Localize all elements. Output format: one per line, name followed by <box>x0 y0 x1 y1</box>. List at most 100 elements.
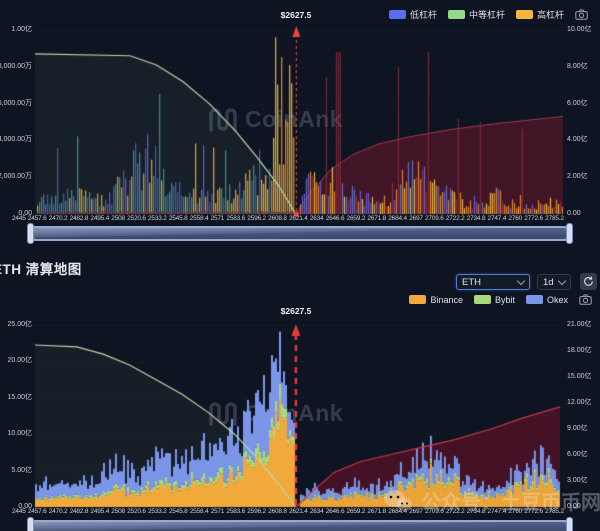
x-axis-tick: 2785.2 <box>545 215 564 222</box>
scrollbar-track[interactable] <box>34 522 566 531</box>
legend-item[interactable]: Bybit <box>474 295 515 305</box>
x-axis-tick: 2520.6 <box>127 508 146 515</box>
x-axis-tick: 2621.4 <box>289 508 308 515</box>
refresh-icon <box>583 276 594 287</box>
wechat-icon <box>383 489 413 513</box>
legend-label: 高杠杆 <box>537 8 564 21</box>
x-axis-tick: 2482.8 <box>70 215 89 222</box>
scrollbar-left-handle[interactable] <box>27 223 34 244</box>
x-axis-tick: 2571 <box>211 508 225 515</box>
x-axis-tick: 2747.4 <box>488 215 507 222</box>
camera-icon[interactable] <box>579 294 592 305</box>
legend-item[interactable]: 低杠杆 <box>389 8 437 21</box>
scrollbar-left-handle[interactable] <box>27 517 34 531</box>
x-axis-tick: 2508 <box>111 215 125 222</box>
scrollbar-right-handle[interactable] <box>566 223 573 244</box>
x-axis-tick: 2671.8 <box>367 215 386 222</box>
bottom-chart-y-right-label: 18.00亿 <box>567 347 592 355</box>
price-marker-label: $2627.5 <box>281 10 312 20</box>
bottom-chart-y-right-label: 21.00亿 <box>567 321 592 329</box>
x-axis-tick: 2608.8 <box>268 215 287 222</box>
x-axis-tick: 2634 <box>310 508 324 515</box>
liquidation-map-page: CoinAnk CoinAnk 低杠杆中等杠杆高杠杆 $2627.5 24452… <box>0 0 600 531</box>
bottom-chart-zoom-scrollbar[interactable] <box>28 520 572 531</box>
top-chart-y-left-label: 4,000.00万 <box>0 136 32 144</box>
top-chart-y-right-label: 2.00亿 <box>567 173 588 181</box>
legend-label: 中等杠杆 <box>469 8 505 21</box>
x-axis-tick: 2734.8 <box>467 215 486 222</box>
x-axis-tick: 2659.2 <box>347 215 366 222</box>
top-chart-zoom-scrollbar[interactable] <box>28 226 572 241</box>
bottom-chart-y-left-label: 0.00 <box>18 503 32 511</box>
x-axis-tick: 2596.2 <box>247 508 266 515</box>
chevron-down-icon <box>517 277 525 285</box>
x-axis-tick: 2482.8 <box>70 508 89 515</box>
x-axis-tick: 2772.6 <box>524 215 543 222</box>
exchange-legend: Binance Bybit Okex <box>409 294 592 305</box>
bottom-chart-y-right-label: 15.00亿 <box>567 373 592 381</box>
x-axis-tick: 2760 <box>508 215 522 222</box>
top-chart-y-right-label: 8.00亿 <box>567 63 588 71</box>
bottom-chart-y-left-label: 5.00亿 <box>11 467 32 475</box>
legend-item[interactable]: Okex <box>526 295 568 305</box>
camera-icon[interactable] <box>575 9 588 20</box>
x-axis-tick: 2697 <box>409 215 423 222</box>
legend-swatch <box>389 10 406 19</box>
x-axis-tick: 2571 <box>211 215 225 222</box>
interval-select[interactable]: 1d <box>537 274 571 290</box>
top-chart-y-left-label: 2,000.00万 <box>0 173 32 181</box>
legend-swatch <box>474 295 491 304</box>
x-axis-tick: 2684.4 <box>388 215 407 222</box>
top-chart-y-right-label: 6.00亿 <box>567 100 588 108</box>
leverage-liquidation-chart-canvas[interactable] <box>0 0 600 250</box>
bottom-chart-y-left-label: 25.00亿 <box>7 321 32 329</box>
x-axis-tick: 2659.2 <box>347 508 366 515</box>
legend-item[interactable]: 中等杠杆 <box>448 8 505 21</box>
bottom-chart-y-left-label: 10.00亿 <box>7 430 32 438</box>
bottom-chart-y-left-label: 20.00亿 <box>7 357 32 365</box>
page-title: ETH 清算地图 <box>0 258 82 278</box>
wechat-watermark-text: 公众号：土豆币币网 <box>421 486 600 515</box>
x-axis-tick: 2583.6 <box>226 508 245 515</box>
x-axis-tick: 2709.6 <box>425 215 444 222</box>
x-axis-tick: 2545.8 <box>169 508 188 515</box>
top-chart-y-left-label: 8,000.00万 <box>0 63 32 71</box>
x-axis-tick: 2558.4 <box>190 215 209 222</box>
interval-select-value: 1d <box>543 277 554 288</box>
legend-item[interactable]: 高杠杆 <box>516 8 564 21</box>
x-axis-tick: 2621.4 <box>289 215 308 222</box>
price-marker-label: $2627.5 <box>281 306 312 316</box>
x-axis-tick: 2470.2 <box>49 215 68 222</box>
chevron-down-icon <box>558 277 566 285</box>
x-axis-tick: 2495.4 <box>90 508 109 515</box>
symbol-select-value: ETH <box>462 277 481 288</box>
refresh-button[interactable] <box>580 273 597 290</box>
x-axis-tick: 2634 <box>310 215 324 222</box>
x-axis-tick: 2495.4 <box>90 215 109 222</box>
legend-label: Binance <box>430 295 463 305</box>
x-axis-tick: 2558.4 <box>190 508 209 515</box>
top-chart-y-right-label: 10.00亿 <box>567 26 592 34</box>
bottom-chart-y-right-label: 9.00亿 <box>567 425 588 433</box>
symbol-select[interactable]: ETH <box>456 274 530 290</box>
top-chart-y-left-label: 1.00亿 <box>11 26 32 34</box>
x-axis-tick: 2646.6 <box>326 508 345 515</box>
legend-label: Okex <box>547 295 568 305</box>
x-axis-tick: 2508 <box>111 508 125 515</box>
scrollbar-track[interactable] <box>34 228 566 239</box>
bottom-chart-y-left-label: 15.00亿 <box>7 394 32 402</box>
legend-swatch <box>526 295 543 304</box>
x-axis-tick: 2596.2 <box>247 215 266 222</box>
legend-item[interactable]: Binance <box>409 295 463 305</box>
x-axis-tick: 2545.8 <box>169 215 188 222</box>
wechat-watermark: 公众号：土豆币币网 <box>383 486 600 515</box>
x-axis-tick: 2533.2 <box>148 215 167 222</box>
top-chart-y-left-label: 0.00 <box>18 210 32 218</box>
x-axis-tick: 2608.8 <box>268 508 287 515</box>
x-axis-tick: 2533.2 <box>148 508 167 515</box>
top-chart-y-right-label: 0.00 <box>567 210 581 218</box>
bottom-chart-y-right-label: 3.00亿 <box>567 477 588 485</box>
scrollbar-right-handle[interactable] <box>566 517 573 531</box>
x-axis-tick: 2470.2 <box>49 508 68 515</box>
bottom-chart-y-right-label: 12.00亿 <box>567 399 592 407</box>
